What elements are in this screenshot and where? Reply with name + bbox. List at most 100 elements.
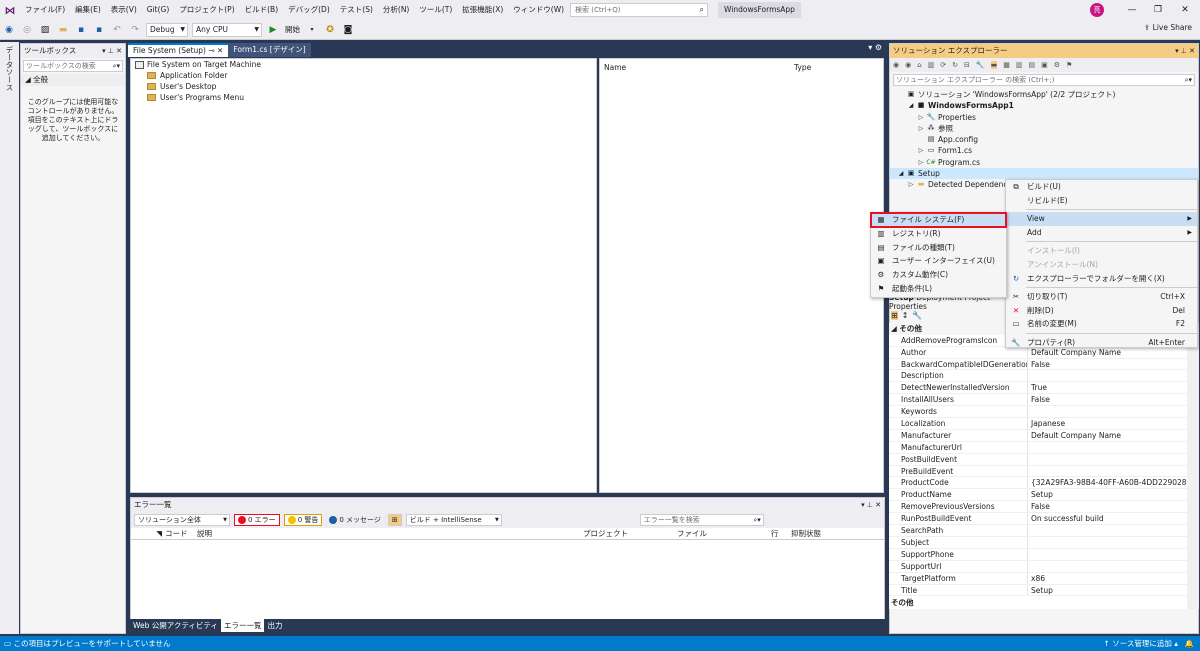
toolbox-search-input[interactable]: ツールボックスの検索 ⌕▾ [23, 60, 123, 72]
add-to-source-control-button[interactable]: ↑ ソース管理に追加 ▴ [1104, 636, 1178, 651]
property-value[interactable] [1028, 370, 1191, 381]
property-value[interactable] [1028, 442, 1191, 453]
property-row[interactable]: ManufacturerUrl [889, 441, 1191, 454]
pin-icon[interactable]: ⊸ ✕ [206, 46, 223, 55]
solution-search-input[interactable]: ソリューション エクスプローラー の検索 (Ctrl+;) ⌕▾ [893, 74, 1195, 86]
property-value[interactable]: Setup [1028, 489, 1191, 500]
menu-item-4[interactable]: プロジェクト(P) [174, 0, 239, 20]
property-value[interactable] [1028, 561, 1191, 572]
open-icon[interactable]: ▬ [56, 23, 70, 37]
property-row[interactable]: RunPostBuildEvent On successful build [889, 513, 1191, 526]
property-row[interactable]: Manufacturer Default Company Name [889, 429, 1191, 442]
property-row[interactable]: ProductCode {32A29FA3-98B4-40FF-A60B-4DD2… [889, 477, 1191, 490]
view-submenu-item[interactable]: ▣ ユーザー インターフェイス(U) [871, 254, 1006, 268]
close-icon[interactable]: ✕ [1172, 0, 1198, 20]
tab-error-list[interactable]: エラー一覧 [220, 619, 265, 632]
tree-item-users-programs-menu[interactable]: User's Programs Menu [131, 92, 596, 103]
property-value[interactable]: Default Company Name [1028, 430, 1191, 441]
registry-editor-icon[interactable]: ▥ [1016, 61, 1023, 69]
property-value[interactable]: False [1028, 501, 1191, 512]
context-menu-item[interactable]: アンインストール(N) [1006, 258, 1197, 272]
menu-item-1[interactable]: 編集(E) [70, 0, 106, 20]
home-icon[interactable]: ⌂ [917, 61, 921, 69]
menu-item-9[interactable]: ツール(T) [414, 0, 457, 20]
panel-controls-icon[interactable]: ▾ ⊥ ✕ [861, 498, 881, 512]
context-menu-item[interactable]: ▭ 名前の変更(M) F2 [1006, 317, 1197, 331]
menu-item-7[interactable]: テスト(S) [335, 0, 378, 20]
hot-reload-icon[interactable]: ✪ [323, 23, 337, 37]
tree-item-application-folder[interactable]: Application Folder [131, 70, 596, 81]
tab-file-system-setup[interactable]: File System (Setup) ⊸ ✕ [128, 43, 229, 57]
context-menu-item[interactable]: View ▶ [1006, 212, 1197, 226]
save-icon[interactable]: ▪ [74, 23, 88, 37]
property-row[interactable]: Subject [889, 536, 1191, 549]
column-suppression[interactable]: 抑制状態 [791, 528, 851, 539]
menu-item-2[interactable]: 表示(V) [106, 0, 142, 20]
property-row[interactable]: SupportUrl [889, 560, 1191, 573]
scope-select[interactable]: ソリューション全体 ▼ [134, 514, 230, 526]
property-value[interactable] [1028, 549, 1191, 560]
sort-icon[interactable]: ◥ [131, 528, 165, 539]
tab-list-dropdown-icon[interactable]: ▾ ⚙ [868, 43, 882, 52]
tree-item[interactable]: ◢ ■ WindowsFormsApp1 [890, 100, 1198, 111]
property-pages-icon[interactable]: 🔧 [912, 311, 922, 320]
tree-item[interactable]: ◢ ▣ Setup [890, 168, 1198, 180]
context-menu-item[interactable]: ↻ エクスプローラーでフォルダーを開く(X) [1006, 272, 1197, 286]
start-icon[interactable]: ▶ [266, 23, 280, 37]
back-icon[interactable]: ◉ [2, 23, 16, 37]
tree-item[interactable]: ▷ C# Program.cs [890, 157, 1198, 168]
custom-actions-editor-icon[interactable]: ⚙ [1054, 61, 1060, 69]
property-row[interactable]: Description [889, 370, 1191, 383]
expander-icon[interactable]: ▷ [906, 179, 916, 190]
preview-icon[interactable]: ▬ [990, 61, 998, 69]
tab-output[interactable]: 出力 [264, 619, 285, 632]
column-description[interactable]: 説明 [197, 528, 583, 539]
column-file[interactable]: ファイル [677, 528, 771, 539]
refresh-icon[interactable]: ↻ [952, 61, 958, 69]
file-types-editor-icon[interactable]: ▤ [1029, 61, 1036, 69]
property-row[interactable]: Title Setup [889, 584, 1191, 597]
context-menu-item[interactable]: Add ▶ [1006, 226, 1197, 240]
view-submenu-item[interactable]: ▦ ファイル システム(F) [870, 212, 1007, 228]
property-value[interactable] [1028, 537, 1191, 548]
screenshot-icon[interactable]: ◙ [341, 23, 355, 37]
column-project[interactable]: プロジェクト [583, 528, 677, 539]
context-menu-item[interactable]: インストール(I) [1006, 244, 1197, 258]
property-row[interactable]: PreBuildEvent [889, 465, 1191, 478]
start-button[interactable]: 開始 [285, 24, 300, 35]
forward-icon[interactable]: ◎ [20, 23, 34, 37]
property-row[interactable]: DetectNewerInstalledVersion True [889, 382, 1191, 395]
menu-item-10[interactable]: 拡張機能(X) [457, 0, 508, 20]
column-type[interactable]: Type [794, 59, 811, 77]
user-interface-editor-icon[interactable]: ▣ [1041, 61, 1048, 69]
tab-form1-design[interactable]: Form1.cs [デザイン] [228, 43, 311, 57]
warnings-filter-button[interactable]: 0 警告 [283, 514, 323, 526]
tree-item-users-desktop[interactable]: User's Desktop [131, 81, 596, 92]
property-value[interactable]: Setup [1028, 585, 1191, 596]
expander-icon[interactable]: ◢ [906, 100, 916, 111]
dropdown-icon[interactable]: ▾ [305, 23, 319, 37]
property-row[interactable]: RemovePreviousVersions False [889, 501, 1191, 514]
error-search-input[interactable]: エラー一覧を検索 ⌕▾ [639, 514, 764, 526]
collapse-all-icon[interactable]: ⊟ [964, 61, 970, 69]
search-input[interactable]: 検索 (Ctrl+Q) ⌕ [570, 3, 708, 17]
property-value[interactable] [1028, 525, 1191, 536]
property-row[interactable]: PostBuildEvent [889, 453, 1191, 466]
tree-item[interactable]: ▷ 🔧 Properties [890, 112, 1198, 123]
save-all-icon[interactable]: ▪ [92, 23, 106, 37]
toolbox-group-general[interactable]: ◢ 全般 [21, 74, 125, 86]
tree-item[interactable]: ▤ App.config [890, 134, 1198, 145]
property-row[interactable]: InstallAllUsers False [889, 394, 1191, 407]
view-submenu-item[interactable]: ▤ ファイルの種類(T) [871, 241, 1006, 255]
categorized-icon[interactable]: ⊞ [891, 310, 898, 320]
view-submenu-item[interactable]: ⚑ 起動条件(L) [871, 282, 1006, 296]
tree-item[interactable]: ▷ ⁂ 参照 [890, 123, 1198, 134]
config-select[interactable]: Debug ▼ [146, 22, 188, 37]
menu-item-11[interactable]: ウィンドウ(W) [508, 0, 569, 20]
context-menu-item[interactable]: ✂ 切り取り(T) Ctrl+X [1006, 290, 1197, 304]
avatar[interactable]: 亮 [1090, 3, 1104, 17]
expander-icon[interactable]: ▷ [916, 123, 926, 134]
property-row[interactable]: Keywords [889, 406, 1191, 419]
menu-item-0[interactable]: ファイル(F) [20, 0, 70, 20]
filter-icon[interactable]: ⊞ [387, 514, 402, 526]
